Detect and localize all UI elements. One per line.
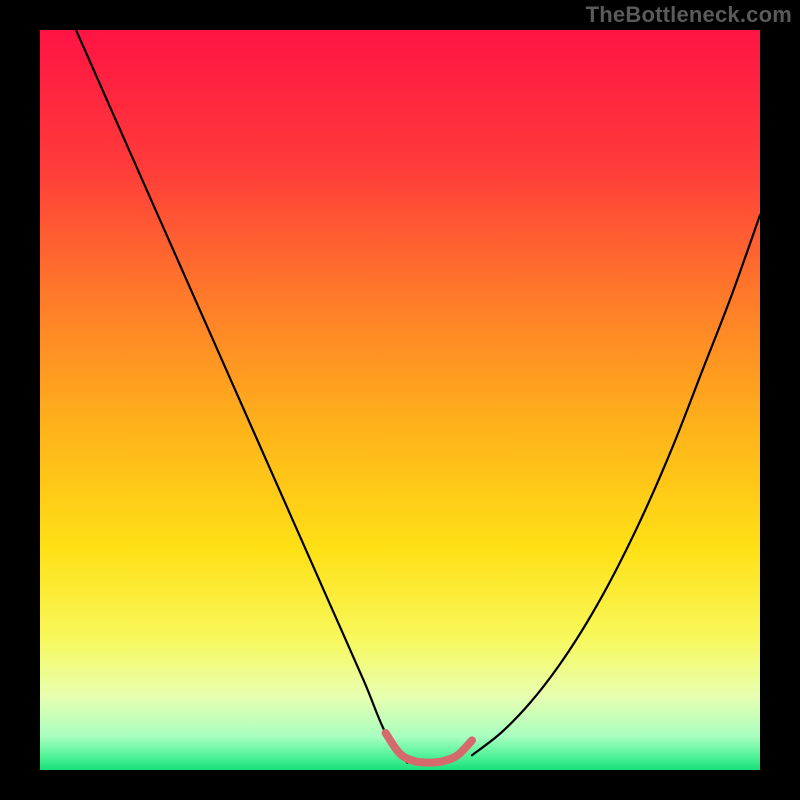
bottleneck-chart — [0, 0, 800, 800]
chart-canvas: TheBottleneck.com — [0, 0, 800, 800]
chart-background — [40, 30, 760, 770]
